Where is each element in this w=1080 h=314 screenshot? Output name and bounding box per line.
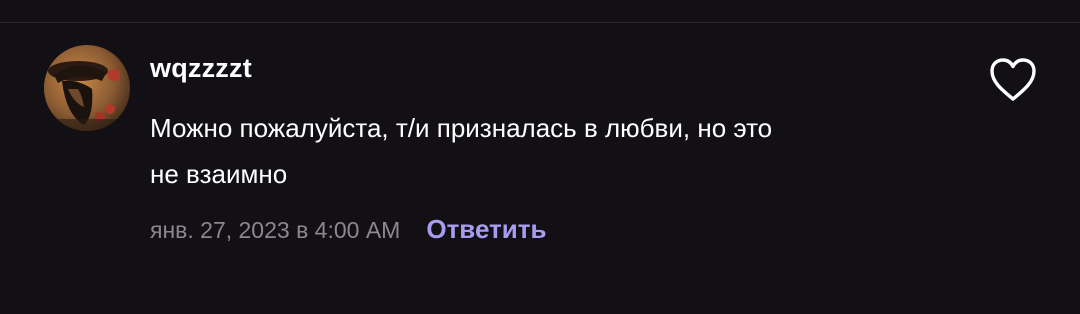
user-avatar[interactable] bbox=[44, 45, 130, 131]
heart-outline-icon bbox=[990, 58, 1036, 101]
like-button[interactable] bbox=[988, 57, 1038, 103]
comment-meta: янв. 27, 2023 в 4:00 AM Ответить bbox=[150, 214, 547, 245]
avatar-image-icon bbox=[44, 45, 130, 131]
comment: wqzzzzt Можно пожалуйста, т/и призналась… bbox=[0, 23, 1080, 314]
comment-timestamp: янв. 27, 2023 в 4:00 AM bbox=[150, 217, 401, 243]
comment-text-line: не взаимно bbox=[150, 159, 288, 189]
comment-text-line: Можно пожалуйста, т/и призналась в любви… bbox=[150, 113, 773, 143]
comment-text: Можно пожалуйста, т/и призналась в любви… bbox=[150, 105, 910, 197]
reply-button[interactable]: Ответить bbox=[426, 214, 546, 245]
comment-username[interactable]: wqzzzzt bbox=[150, 53, 252, 84]
